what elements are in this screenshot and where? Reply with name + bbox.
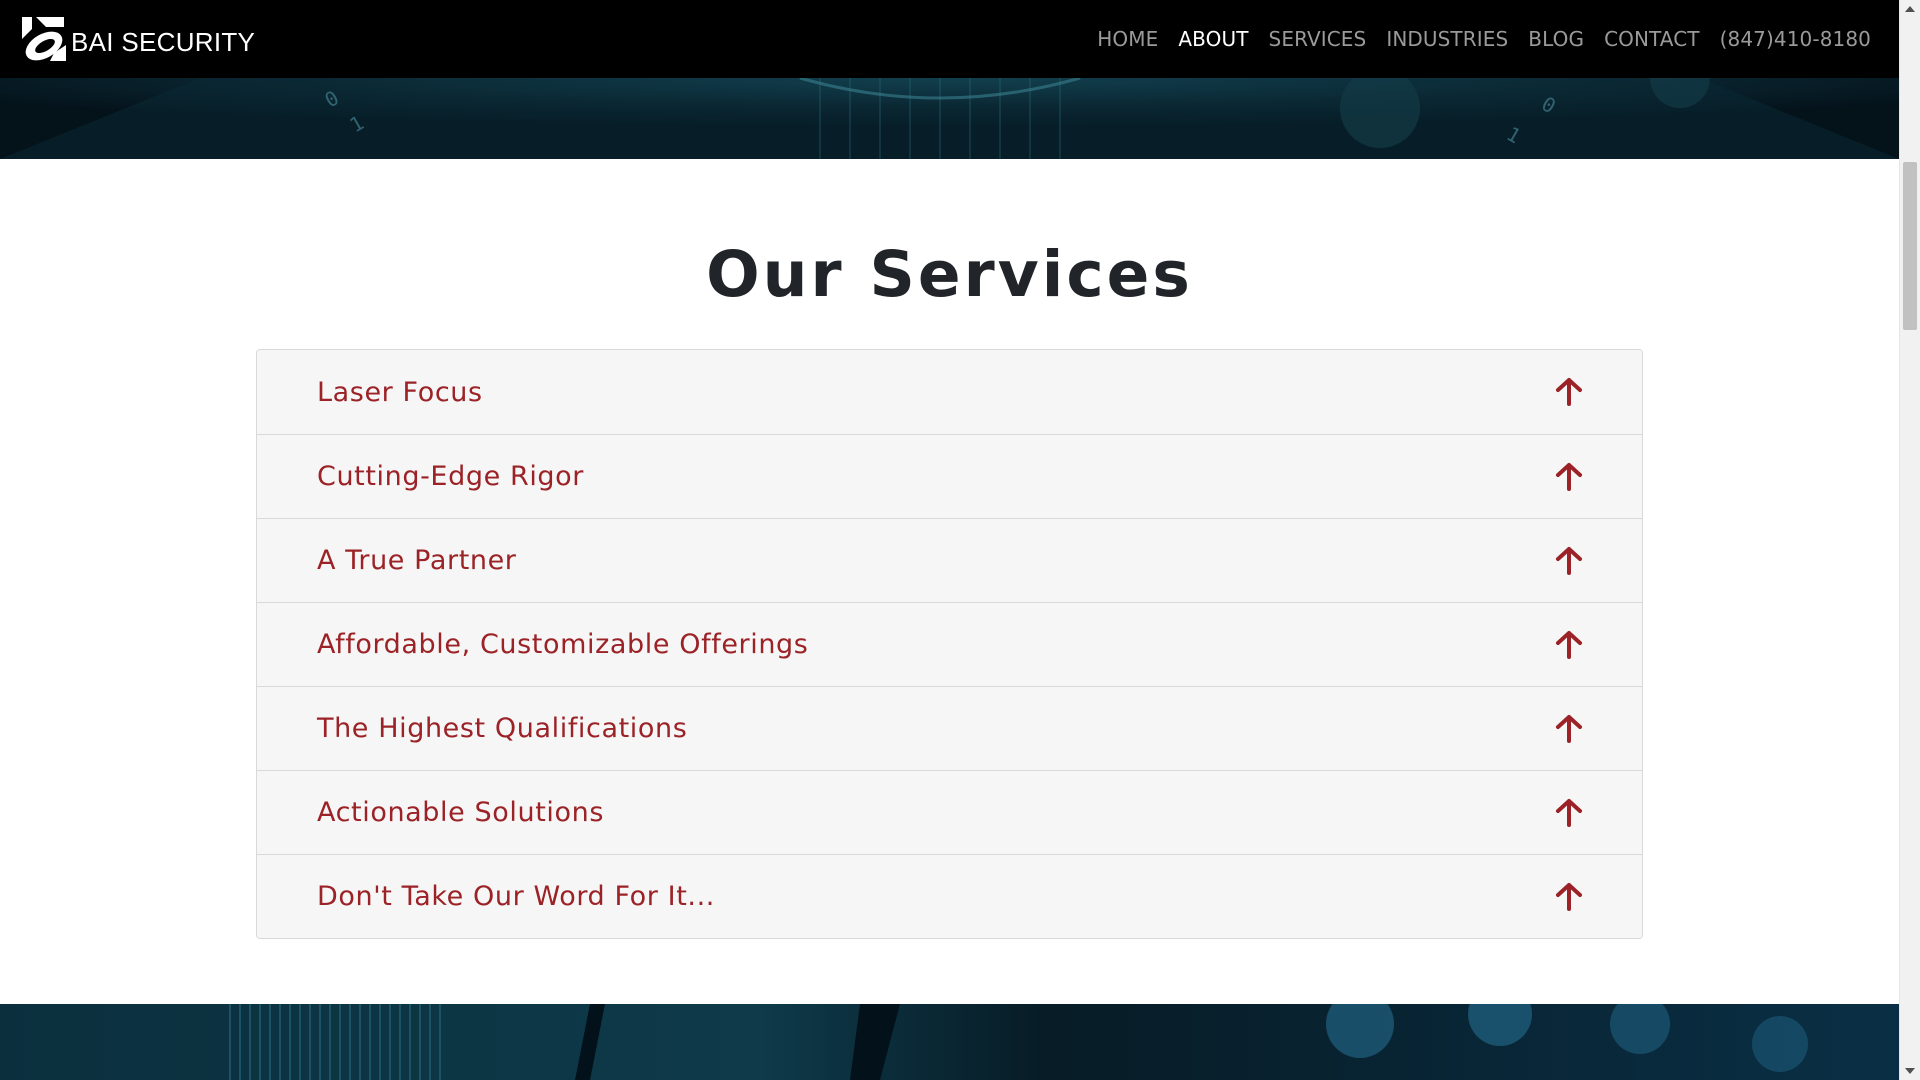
page-scrollbar[interactable]	[1899, 0, 1920, 1080]
accordion-item-laser-focus[interactable]: Laser Focus	[257, 350, 1642, 434]
accordion-item-dont-take-our-word[interactable]: Don't Take Our Word For It...	[257, 854, 1642, 938]
brand-name: BAI SECURITY	[71, 27, 256, 57]
accordion-item-affordable-offerings[interactable]: Affordable, Customizable Offerings	[257, 602, 1642, 686]
accordion-item-actionable-solutions[interactable]: Actionable Solutions	[257, 770, 1642, 854]
arrow-up-icon	[1556, 630, 1582, 659]
arrow-up-icon	[1556, 378, 1582, 406]
bai-logo-icon	[20, 15, 66, 61]
nav-services[interactable]: SERVICES	[1269, 27, 1367, 51]
scroll-up-arrow-icon[interactable]	[1905, 6, 1915, 12]
section-title: Our Services	[706, 238, 1193, 311]
scrollbar-thumb[interactable]	[1903, 162, 1917, 330]
site-header: BAI SECURITY HOME ABOUT SERVICES INDUSTR…	[0, 0, 1899, 78]
accordion-item-cutting-edge-rigor[interactable]: Cutting-Edge Rigor	[257, 434, 1642, 518]
accordion-item-a-true-partner[interactable]: A True Partner	[257, 518, 1642, 602]
services-section: Our Services Laser Focus Cutting-Edge Ri…	[0, 159, 1899, 1004]
nav-phone[interactable]: (847)410-8180	[1720, 27, 1871, 51]
arrow-up-icon	[1556, 714, 1582, 743]
accordion-item-label: Laser Focus	[317, 376, 483, 408]
accordion-item-label: A True Partner	[317, 545, 517, 576]
accordion-item-label: Don't Take Our Word For It...	[317, 881, 715, 912]
main-nav: HOME ABOUT SERVICES INDUSTRIES BLOG CONT…	[1077, 0, 1871, 78]
scroll-down-arrow-icon[interactable]	[1905, 1068, 1915, 1074]
brand-link[interactable]: BAI SECURITY	[20, 15, 255, 61]
nav-about[interactable]: ABOUT	[1178, 27, 1248, 51]
nav-home[interactable]: HOME	[1097, 27, 1158, 51]
nav-contact[interactable]: CONTACT	[1604, 27, 1700, 51]
nav-blog[interactable]: BLOG	[1528, 27, 1584, 51]
nav-industries[interactable]: INDUSTRIES	[1386, 27, 1508, 51]
accordion-item-highest-qualifications[interactable]: The Highest Qualifications	[257, 686, 1642, 770]
arrow-up-icon	[1556, 798, 1582, 827]
circuit-background-image: 0 1 0 1	[0, 78, 1899, 159]
services-accordion: Laser Focus Cutting-Edge Rigor A True Pa…	[256, 349, 1643, 939]
accordion-item-label: Cutting-Edge Rigor	[317, 461, 584, 492]
arrow-up-icon	[1556, 882, 1582, 911]
hero-background-top: 0 1 0 1	[0, 78, 1899, 159]
accordion-item-label: Affordable, Customizable Offerings	[317, 629, 809, 660]
accordion-item-label: The Highest Qualifications	[317, 713, 688, 744]
keyboard-background-image	[0, 1004, 1899, 1080]
arrow-up-icon	[1556, 462, 1582, 491]
page: BAI SECURITY HOME ABOUT SERVICES INDUSTR…	[0, 0, 1899, 1080]
hero-background-bottom	[0, 1004, 1899, 1080]
arrow-up-icon	[1556, 546, 1582, 575]
accordion-item-label: Actionable Solutions	[317, 797, 604, 828]
